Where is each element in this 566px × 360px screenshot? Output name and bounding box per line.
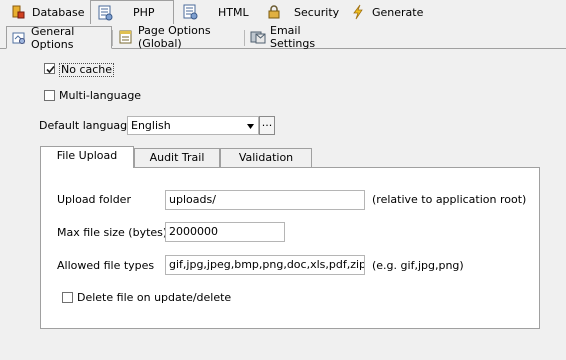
tab-email-settings-label: Email Settings <box>270 24 316 50</box>
tab-php[interactable]: PHP <box>90 0 174 24</box>
html-settings-icon <box>182 4 198 20</box>
database-icon <box>10 4 26 20</box>
upload-folder-label: Upload folder <box>57 193 131 206</box>
tab-general-options[interactable]: General Options <box>6 24 112 51</box>
tab-page-options[interactable]: Page Options (Global) <box>114 24 244 50</box>
tab-email-settings[interactable]: Email Settings <box>246 24 346 50</box>
tab-file-upload[interactable]: File Upload <box>40 146 134 168</box>
default-language-label: Default language <box>39 119 134 132</box>
tab-validation[interactable]: Validation <box>220 148 312 168</box>
tab-generate[interactable]: Generate <box>344 0 428 24</box>
default-language-value: English <box>131 119 171 132</box>
default-language-more-button[interactable]: ... <box>259 116 275 135</box>
allowed-file-types-label: Allowed file types <box>57 259 155 272</box>
tab-separator <box>112 30 113 46</box>
tab-page-options-label: Page Options (Global) <box>138 24 211 50</box>
lightning-icon <box>350 4 366 20</box>
multi-language-checkbox[interactable] <box>44 90 55 101</box>
max-file-size-input[interactable]: 2000000 <box>165 222 285 242</box>
delete-file-label[interactable]: Delete file on update/delete <box>77 292 231 304</box>
tab-generate-label: Generate <box>372 5 424 19</box>
lock-icon <box>266 4 282 20</box>
upload-folder-input[interactable]: uploads/ <box>165 190 365 210</box>
tab-security[interactable]: Security <box>260 0 344 24</box>
tab-html[interactable]: HTML <box>176 0 260 24</box>
active-tab-joint <box>41 166 133 168</box>
php-settings-icon <box>97 5 113 21</box>
delete-file-checkbox[interactable] <box>62 292 73 303</box>
tab-database[interactable]: Database <box>4 0 90 24</box>
multi-language-label[interactable]: Multi-language <box>59 90 141 102</box>
tab-html-label: HTML <box>218 5 249 19</box>
tab-database-label: Database <box>32 5 85 19</box>
tab-general-options-label: General Options <box>31 24 75 51</box>
allowed-file-types-input[interactable]: gif,jpg,jpeg,bmp,png,doc,xls,pdf,zip <box>165 255 365 275</box>
no-cache-label[interactable]: No cache <box>59 63 115 77</box>
sub-tab-bar: General Options Page Options (Global) Em… <box>0 24 566 51</box>
max-file-size-label: Max file size (bytes) <box>57 226 168 239</box>
chevron-down-icon[interactable] <box>246 121 255 134</box>
tab-audit-trail[interactable]: Audit Trail <box>134 148 220 168</box>
default-language-select[interactable]: English <box>127 116 259 135</box>
email-settings-icon <box>250 29 266 45</box>
general-options-icon <box>11 30 27 46</box>
upload-folder-hint: (relative to application root) <box>372 193 527 206</box>
tab-php-label: PHP <box>133 6 155 19</box>
tab-security-label: Security <box>294 5 340 19</box>
allowed-file-types-hint: (e.g. gif,jpg,png) <box>372 259 464 272</box>
tab-separator <box>244 30 245 46</box>
page-options-icon <box>118 29 134 45</box>
no-cache-checkbox[interactable] <box>44 63 55 74</box>
